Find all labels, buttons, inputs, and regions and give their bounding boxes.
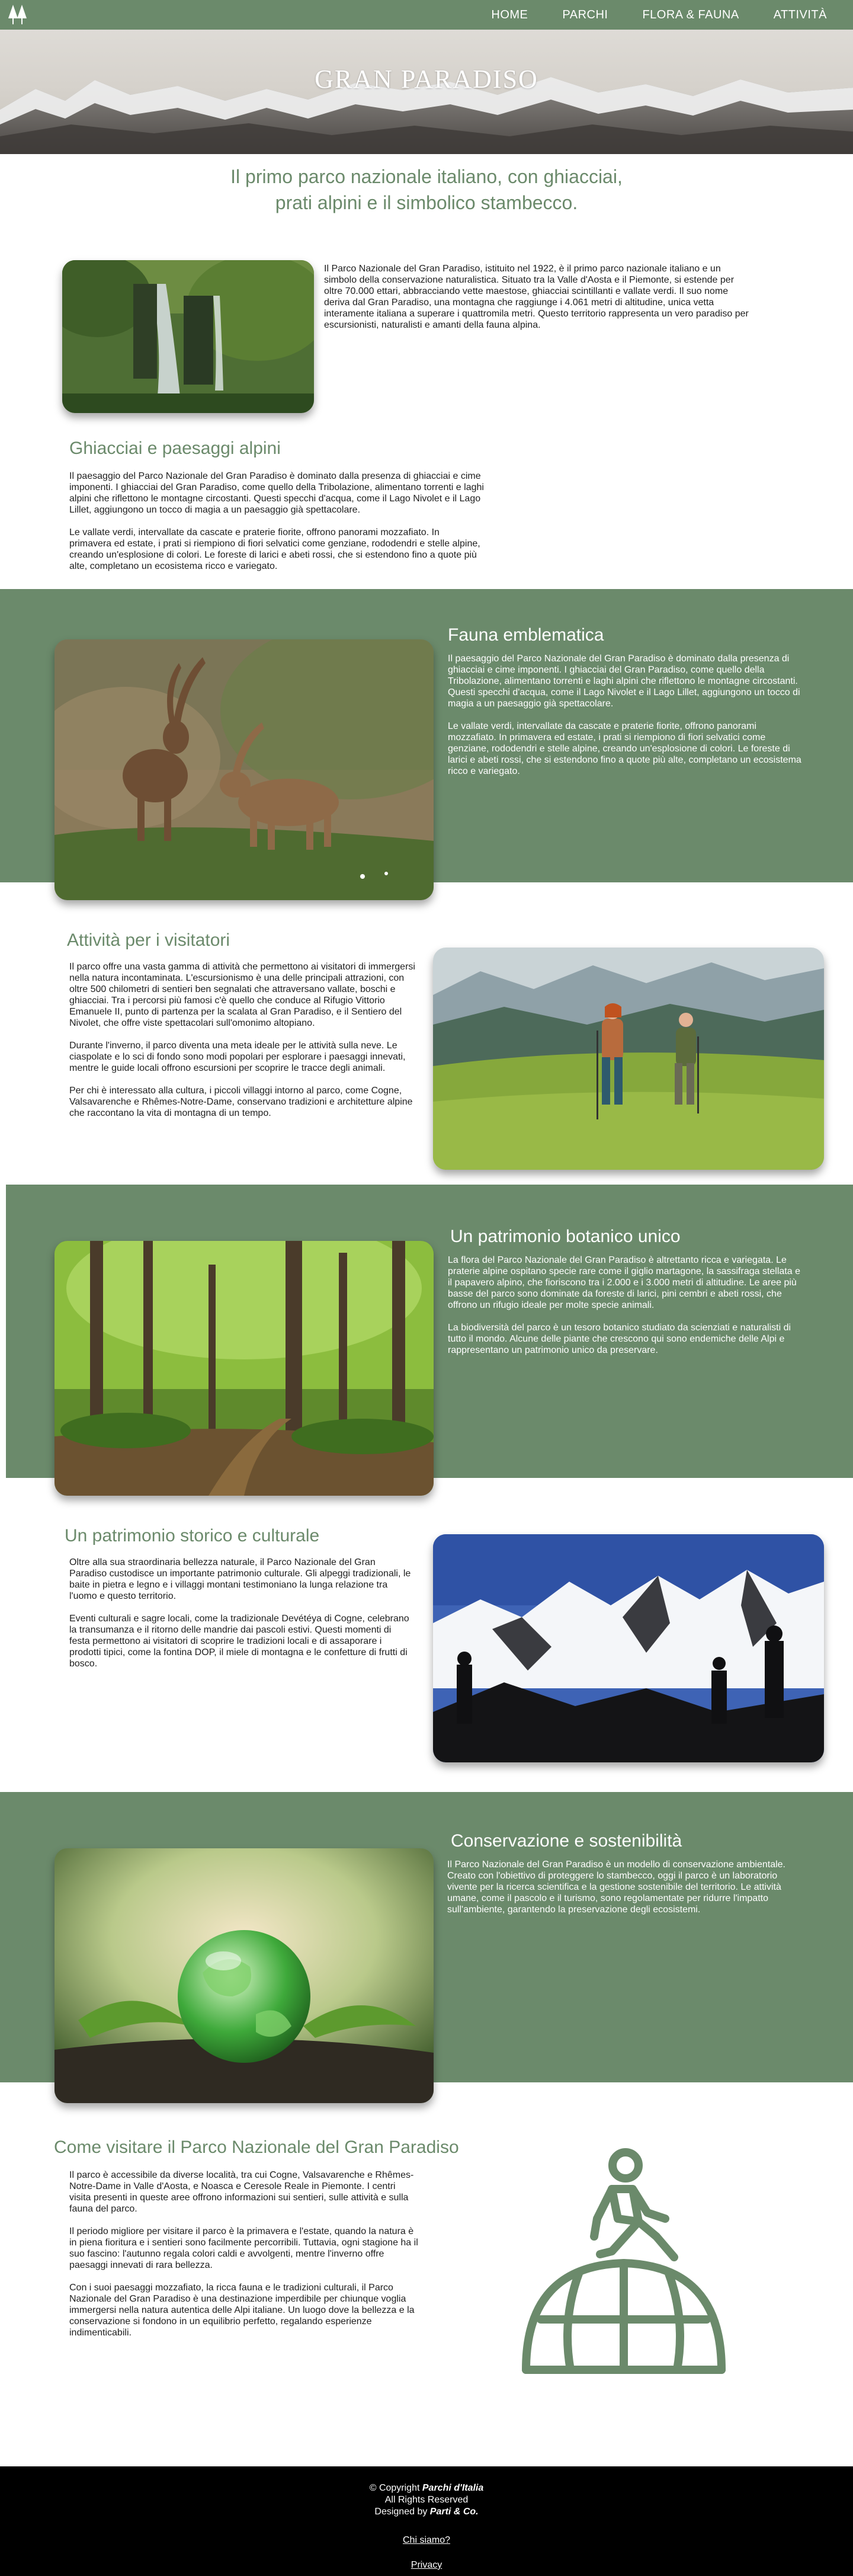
visit-text: Il parco è accessibile da diverse locali…	[69, 2169, 419, 2350]
footer-link-privacy[interactable]: Privacy	[411, 2560, 442, 2570]
visit-heading: Come visitare il Parco Nazionale del Gra…	[54, 2137, 459, 2157]
history-text: Oltre alla sua straordinaria bellezza na…	[69, 1557, 413, 1681]
activities-text: Il parco offre una vasta gamma di attivi…	[69, 961, 425, 1130]
section-fauna: Fauna emblematica Il paesaggio del Parco…	[0, 589, 853, 900]
about-text: Il Parco Nazionale del Gran Paradiso, is…	[324, 263, 751, 342]
section-visit: Come visitare il Parco Nazionale del Gra…	[0, 2082, 853, 2497]
top-navbar: HOME PARCHI FLORA & FAUNA ATTIVITÀ	[0, 0, 853, 30]
intro-line-2: prati alpini e il simbolico stambecco.	[275, 192, 578, 213]
glaciers-text: Il paesaggio del Parco Nazionale del Gra…	[69, 471, 484, 583]
hiker-on-globe-icon	[508, 2148, 739, 2376]
hero-banner: GRAN PARADISO	[0, 30, 853, 154]
waterfall-photo	[62, 260, 314, 413]
botany-paragraph-1: La flora del Parco Nazionale del Gran Pa…	[448, 1255, 800, 1310]
forest-photo	[54, 1241, 434, 1496]
footer-link-about[interactable]: Chi siamo?	[403, 2535, 450, 2545]
section-botany: Un patrimonio botanico unico La flora de…	[6, 1185, 853, 1496]
intro-tagline: Il primo parco nazionale italiano, con g…	[160, 164, 693, 216]
footer-designer: Parti & Co.	[429, 2507, 479, 2517]
footer-copyright-line: © Copyright Parchi d'Italia	[0, 2482, 853, 2494]
trees-icon[interactable]	[6, 3, 30, 27]
footer-designed-line: Designed by Parti & Co.	[0, 2506, 853, 2518]
nav-links: HOME PARCHI FLORA & FAUNA ATTIVITÀ	[491, 8, 827, 22]
footer-copyright-prefix: © Copyright	[369, 2483, 420, 2493]
footer-brand: Parchi d'Italia	[422, 2483, 484, 2493]
botany-text: La flora del Parco Nazionale del Gran Pa…	[448, 1255, 803, 1367]
section-conservation: Conservazione e sostenibilità Il Parco N…	[0, 1792, 853, 2103]
footer: © Copyright Parchi d'Italia All Rights R…	[0, 2466, 853, 2576]
section-about: Il Parco Nazionale del Gran Paradiso, is…	[0, 216, 853, 589]
activities-heading: Attività per i visitatori	[67, 930, 230, 950]
glaciers-paragraph-2: Le vallate verdi, intervallate da cascat…	[69, 527, 480, 571]
mountaineers-photo	[433, 1534, 824, 1762]
conservation-heading: Conservazione e sostenibilità	[451, 1831, 682, 1851]
glaciers-paragraph-1: Il paesaggio del Parco Nazionale del Gra…	[69, 471, 484, 515]
history-paragraph-1: Oltre alla sua straordinaria bellezza na…	[69, 1557, 411, 1601]
visit-paragraph-2: Il periodo migliore per visitare il parc…	[69, 2226, 418, 2270]
glaciers-heading: Ghiacciai e paesaggi alpini	[69, 439, 281, 458]
fauna-heading: Fauna emblematica	[448, 625, 604, 645]
conservation-text: Il Parco Nazionale del Gran Paradiso è u…	[447, 1859, 803, 1927]
activities-paragraph-2: Durante l'inverno, il parco diventa una …	[69, 1041, 406, 1073]
footer-rights: All Rights Reserved	[384, 2495, 469, 2505]
botany-paragraph-2: La biodiversità del parco è un tesoro bo…	[448, 1323, 791, 1355]
history-heading: Un patrimonio storico e culturale	[65, 1526, 320, 1545]
nav-link-home[interactable]: HOME	[491, 8, 528, 22]
section-activities: Attività per i visitatori Il parco offre…	[0, 882, 853, 1185]
visit-paragraph-1: Il parco è accessibile da diverse locali…	[69, 2170, 414, 2214]
about-paragraph: Il Parco Nazionale del Gran Paradiso, is…	[324, 264, 749, 330]
conservation-paragraph-1: Il Parco Nazionale del Gran Paradiso è u…	[447, 1860, 785, 1915]
fauna-paragraph-1: Il paesaggio del Parco Nazionale del Gra…	[448, 654, 800, 709]
botany-heading: Un patrimonio botanico unico	[450, 1227, 681, 1246]
activities-paragraph-1: Il parco offre una vasta gamma di attivi…	[69, 962, 415, 1028]
intro-line-1: Il primo parco nazionale italiano, con g…	[230, 166, 623, 187]
footer-designed-prefix: Designed by	[374, 2507, 428, 2517]
hikers-photo	[433, 948, 824, 1170]
fauna-paragraph-2: Le vallate verdi, intervallate da cascat…	[448, 721, 801, 776]
ibex-photo	[54, 639, 434, 900]
fauna-text: Il paesaggio del Parco Nazionale del Gra…	[448, 653, 803, 788]
nav-link-flora-fauna[interactable]: FLORA & FAUNA	[642, 8, 739, 22]
activities-paragraph-3: Per chi è interessato alla cultura, i pi…	[69, 1086, 413, 1118]
nav-link-parchi[interactable]: PARCHI	[562, 8, 608, 22]
hero-title: GRAN PARADISO	[315, 65, 538, 94]
visit-paragraph-3: Con i suoi paesaggi mozzafiato, la ricca…	[69, 2283, 415, 2338]
section-history: Un patrimonio storico e culturale Oltre …	[0, 1478, 853, 1792]
nav-link-attivita[interactable]: ATTIVITÀ	[774, 8, 827, 22]
glass-globe-photo	[54, 1848, 434, 2103]
history-paragraph-2: Eventi culturali e sagre locali, come la…	[69, 1614, 409, 1669]
